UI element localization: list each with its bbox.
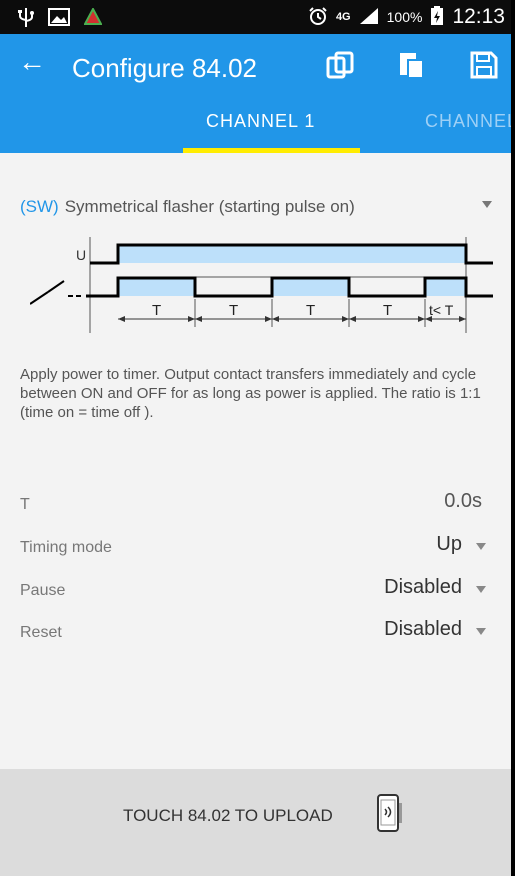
signal-icon bbox=[359, 7, 379, 28]
config-content: (SW) Symmetrical flasher (starting pulse … bbox=[0, 153, 511, 769]
setting-timing-mode-label: Timing mode bbox=[20, 539, 112, 556]
function-code: (SW) bbox=[20, 197, 59, 216]
setting-reset[interactable]: Reset Disabled bbox=[20, 618, 490, 646]
function-name: Symmetrical flasher (starting pulse on) bbox=[64, 197, 355, 216]
dropdown-caret-icon bbox=[476, 586, 486, 593]
timing-diagram: U T T T T t< T bbox=[30, 237, 493, 333]
tab-bar: CHANNEL 1 CHANNEL 2 bbox=[0, 96, 511, 153]
function-description: Apply power to timer. Output contact tra… bbox=[20, 366, 481, 421]
setting-pause-label: Pause bbox=[20, 582, 66, 599]
battery-charging-icon bbox=[430, 5, 444, 29]
setting-reset-label: Reset bbox=[20, 624, 62, 641]
nfc-phone-icon bbox=[376, 793, 404, 838]
u-label: U bbox=[76, 247, 86, 263]
setting-pause-value[interactable]: Disabled bbox=[384, 576, 462, 599]
interval-label: T bbox=[383, 302, 392, 319]
clock: 12:13 bbox=[452, 5, 505, 28]
interval-label: t< T bbox=[429, 302, 454, 318]
back-arrow-icon[interactable]: ← bbox=[18, 48, 46, 76]
interval-label: T bbox=[306, 302, 315, 319]
warning-icon bbox=[83, 6, 103, 31]
network-type: 4G bbox=[335, 11, 351, 23]
save-button[interactable] bbox=[469, 50, 499, 80]
upload-instruction: TOUCH 84.02 TO UPLOAD bbox=[123, 806, 333, 825]
copy-button[interactable] bbox=[325, 50, 355, 80]
paste-button[interactable] bbox=[397, 50, 427, 80]
dropdown-caret-icon bbox=[482, 201, 492, 208]
screen-edge bbox=[511, 0, 515, 876]
alarm-icon bbox=[308, 6, 328, 29]
battery-level: 100% bbox=[386, 9, 423, 25]
status-bar: 4G 100% 12:13 bbox=[0, 0, 511, 34]
function-select[interactable]: (SW) Symmetrical flasher (starting pulse … bbox=[20, 197, 496, 221]
setting-pause[interactable]: Pause Disabled bbox=[20, 576, 490, 604]
interval-label: T bbox=[152, 302, 161, 319]
setting-timing-mode[interactable]: Timing mode Up bbox=[20, 533, 490, 561]
page-title: Configure 84.02 bbox=[72, 53, 258, 83]
dropdown-caret-icon bbox=[476, 543, 486, 550]
app-bar: ← Configure 84.02 bbox=[0, 34, 511, 96]
setting-t[interactable]: T 0.0s bbox=[20, 490, 490, 518]
phone-screen: 4G 100% 12:13 ← Configure 84.02 CHANNEL … bbox=[0, 0, 511, 876]
tab-channel-2[interactable]: CHANNEL 2 bbox=[425, 111, 511, 132]
upload-bar: TOUCH 84.02 TO UPLOAD bbox=[0, 769, 511, 876]
setting-t-value[interactable]: 0.0s bbox=[444, 490, 482, 513]
setting-reset-value[interactable]: Disabled bbox=[384, 618, 462, 641]
image-icon bbox=[48, 8, 70, 31]
interval-label: T bbox=[229, 302, 238, 319]
setting-t-label: T bbox=[20, 496, 30, 513]
tab-channel-1[interactable]: CHANNEL 1 bbox=[206, 111, 315, 132]
setting-timing-mode-value[interactable]: Up bbox=[436, 533, 462, 556]
usb-icon bbox=[18, 6, 34, 33]
dropdown-caret-icon bbox=[476, 628, 486, 635]
